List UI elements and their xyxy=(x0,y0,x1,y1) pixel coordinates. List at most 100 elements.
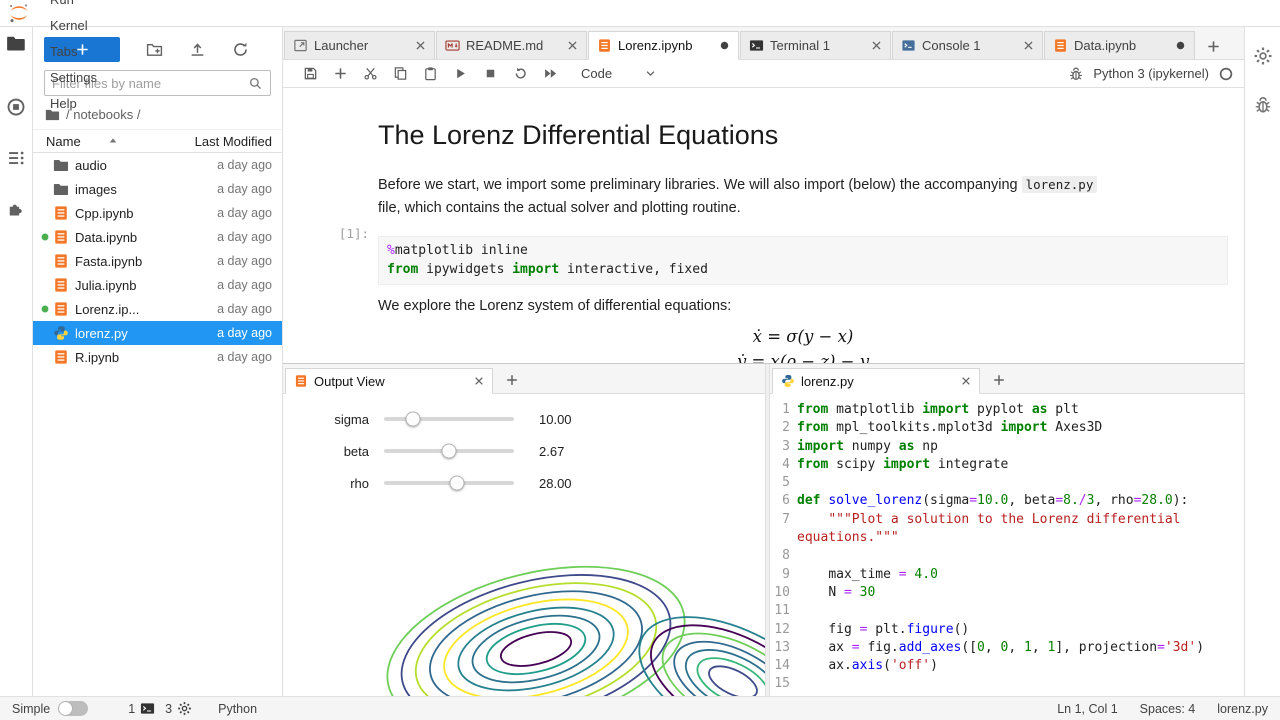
plus-icon xyxy=(1206,39,1221,54)
slider-track-beta[interactable] xyxy=(384,449,514,453)
widget-output-area: sigma10.00beta2.67rho28.00 xyxy=(283,394,765,696)
slider-handle-beta[interactable] xyxy=(442,444,457,459)
tab-output-view[interactable]: Output View xyxy=(285,368,493,394)
line-number: 1 xyxy=(770,401,797,419)
file-row-lorenz-ip[interactable]: Lorenz.ip...a day ago xyxy=(33,297,282,321)
toc-icon[interactable] xyxy=(6,148,26,168)
refresh-icon[interactable] xyxy=(232,41,249,58)
tab-readme-md[interactable]: README.md xyxy=(436,31,587,59)
close-icon[interactable] xyxy=(413,38,428,53)
add-tab-button[interactable] xyxy=(986,367,1012,392)
folder-icon[interactable] xyxy=(6,33,26,53)
tab-launcher[interactable]: Launcher xyxy=(284,31,435,59)
scissors-icon xyxy=(363,66,378,81)
close-icon[interactable] xyxy=(959,374,973,388)
paste-cell-button[interactable] xyxy=(415,62,445,86)
cut-cell-button[interactable] xyxy=(355,62,385,86)
dock-tabbar: LauncherREADME.mdLorenz.ipynbTerminal 1C… xyxy=(283,27,1244,60)
new-folder-icon[interactable] xyxy=(146,41,163,58)
cell-type-dropdown[interactable]: Code xyxy=(575,64,663,83)
menu-settings[interactable]: Settings xyxy=(39,65,108,91)
slider-track-rho[interactable] xyxy=(384,481,514,485)
bug-icon[interactable] xyxy=(1253,95,1273,115)
file-row-cpp-ipynb[interactable]: Cpp.ipynba day ago xyxy=(33,201,282,225)
gear-icon[interactable] xyxy=(1253,46,1273,66)
notebook-icon xyxy=(294,374,308,388)
kernel-area: Python 3 (ipykernel) xyxy=(1068,66,1234,82)
copy-icon xyxy=(393,66,408,81)
stop-kernel-button[interactable] xyxy=(475,62,505,86)
run-cell-button[interactable] xyxy=(445,62,475,86)
slider-track-sigma[interactable] xyxy=(384,417,514,421)
restart-kernel-button[interactable] xyxy=(505,62,535,86)
file-row-fasta-ipynb[interactable]: Fasta.ipynba day ago xyxy=(33,249,282,273)
tab-lorenz-py[interactable]: lorenz.py xyxy=(772,368,980,394)
editor-line: 15 xyxy=(770,675,1244,693)
file-row-julia-ipynb[interactable]: Julia.ipynba day ago xyxy=(33,273,282,297)
file-modified: a day ago xyxy=(217,350,272,364)
code-editor[interactable]: 1from matplotlib import pyplot as plt2fr… xyxy=(770,394,1244,696)
new-tab-button[interactable] xyxy=(1200,33,1226,59)
kernel-ring-icon[interactable] xyxy=(6,97,26,117)
file-row-audio[interactable]: audioa day ago xyxy=(33,153,282,177)
cell-type-value: Code xyxy=(581,66,612,81)
close-icon[interactable] xyxy=(565,38,580,53)
tab-lorenz-ipynb[interactable]: Lorenz.ipynb xyxy=(588,31,739,60)
file-row-data-ipynb[interactable]: Data.ipynba day ago xyxy=(33,225,282,249)
inline-code: lorenz.py xyxy=(1022,176,1098,193)
close-icon[interactable] xyxy=(869,38,884,53)
file-row-r-ipynb[interactable]: R.ipynba day ago xyxy=(33,345,282,369)
kernel-sessions[interactable]: 3 xyxy=(165,701,192,716)
plus-icon xyxy=(505,373,519,387)
file-row-lorenz-py[interactable]: lorenz.pya day ago xyxy=(33,321,282,345)
code-cell-input[interactable]: %matplotlib inlinefrom ipywidgets import… xyxy=(378,236,1228,285)
menu-tabs[interactable]: Tabs xyxy=(39,39,108,65)
notebook-icon xyxy=(53,301,69,317)
simple-mode-toggle[interactable] xyxy=(58,701,88,716)
column-last-modified[interactable]: Last Modified xyxy=(195,134,272,149)
notebook-title: The Lorenz Differential Equations xyxy=(378,120,1228,151)
slider-rho: rho28.00 xyxy=(283,467,765,499)
editor-panel: lorenz.py 1from matplotlib import pyplot… xyxy=(770,364,1244,696)
line-number: 8 xyxy=(770,547,797,565)
slider-handle-sigma[interactable] xyxy=(405,412,420,427)
indent-indicator[interactable]: Spaces: 4 xyxy=(1140,702,1196,716)
column-name[interactable]: Name xyxy=(46,134,81,149)
language-indicator[interactable]: Python xyxy=(218,702,257,716)
add-tab-button[interactable] xyxy=(499,367,525,392)
close-icon[interactable] xyxy=(472,374,486,388)
tab-terminal-1[interactable]: Terminal 1 xyxy=(740,31,891,59)
tab-data-ipynb[interactable]: Data.ipynb xyxy=(1044,31,1195,59)
terminal-sessions[interactable]: 1 xyxy=(128,701,155,716)
terminal-icon xyxy=(140,701,155,716)
code-cell[interactable]: [1]: %matplotlib inlinefrom ipywidgets i… xyxy=(283,220,1244,285)
line-number: 2 xyxy=(770,419,797,437)
editor-line: 5 xyxy=(770,474,1244,492)
insert-cell-button[interactable] xyxy=(325,62,355,86)
lorenz-attractor-plot xyxy=(331,552,765,696)
file-name: images xyxy=(75,182,217,197)
slider-handle-rho[interactable] xyxy=(449,476,464,491)
close-icon[interactable] xyxy=(1021,38,1036,53)
kernel-name[interactable]: Python 3 (ipykernel) xyxy=(1093,66,1209,81)
menu-run[interactable]: Run xyxy=(39,0,108,13)
markdown-cell-title[interactable]: The Lorenz Differential Equations Before… xyxy=(283,106,1244,220)
terminal-count: 1 xyxy=(128,702,135,716)
kernel-status-icon[interactable] xyxy=(1218,66,1234,82)
puzzle-icon[interactable] xyxy=(6,199,26,219)
debugger-bug-icon[interactable] xyxy=(1068,66,1084,82)
notebook-icon xyxy=(1053,38,1068,53)
upload-icon[interactable] xyxy=(189,41,206,58)
copy-cell-button[interactable] xyxy=(385,62,415,86)
save-button[interactable] xyxy=(295,62,325,86)
restart-run-all-button[interactable] xyxy=(535,62,565,86)
cursor-position[interactable]: Ln 1, Col 1 xyxy=(1057,702,1117,716)
menu-help[interactable]: Help xyxy=(39,91,108,117)
bottom-dock: Output View sigma10.00beta2.67rho28.00 l… xyxy=(283,363,1244,696)
file-row-images[interactable]: imagesa day ago xyxy=(33,177,282,201)
tab-console-1[interactable]: Console 1 xyxy=(892,31,1043,59)
menu-kernel[interactable]: Kernel xyxy=(39,13,108,39)
line-number: 12 xyxy=(770,621,797,639)
output-view-panel: Output View sigma10.00beta2.67rho28.00 xyxy=(283,364,765,696)
markdown-cell-equations[interactable]: We explore the Lorenz system of differen… xyxy=(283,285,1244,363)
